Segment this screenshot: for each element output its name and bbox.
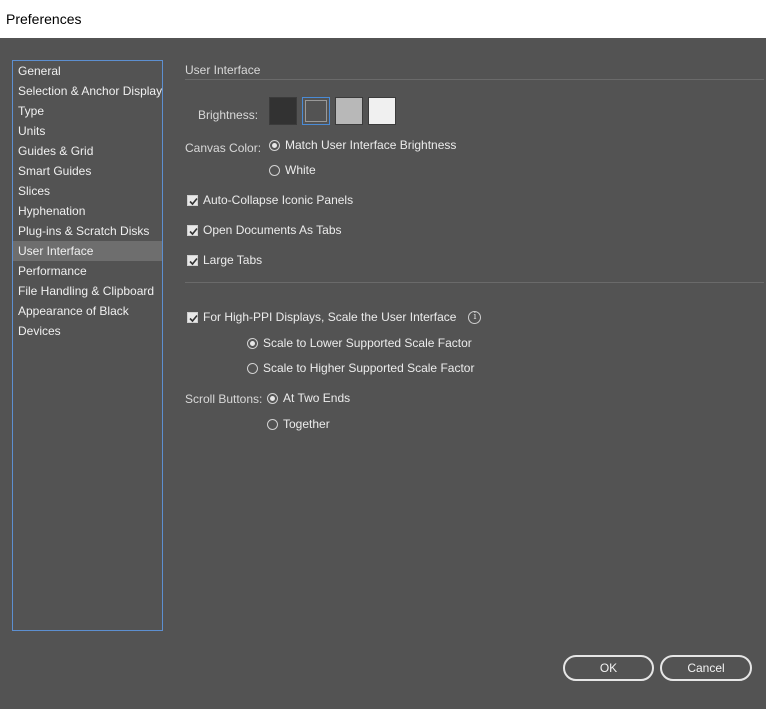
scale-higher-option[interactable]: Scale to Higher Supported Scale Factor [247,359,474,377]
checkbox[interactable] [187,224,198,236]
radio-button[interactable] [269,139,280,151]
brightness-label: Brightness: [198,108,259,122]
sidebar-item-devices[interactable]: Devices [13,321,162,341]
sidebar-item-user-interface[interactable]: User Interface [13,241,162,261]
high-ppi-scale-checkbox-row[interactable]: For High-PPI Displays, Scale the User In… [187,308,482,326]
sidebar-item-type[interactable]: Type [13,101,162,121]
checkbox[interactable] [187,311,198,323]
radio-button[interactable] [269,164,280,176]
sidebar-item-selection-anchor-display[interactable]: Selection & Anchor Display [13,81,162,101]
sidebar-item-guides-grid[interactable]: Guides & Grid [13,141,162,161]
auto-collapse-iconic-panels-checkbox-row[interactable]: Auto-Collapse Iconic Panels [187,191,353,209]
sidebar-item-appearance-of-black[interactable]: Appearance of Black [13,301,162,321]
sidebar-item-performance[interactable]: Performance [13,261,162,281]
brightness-swatch-medium-dark[interactable] [302,97,330,125]
large-tabs-checkbox-row[interactable]: Large Tabs [187,251,262,269]
checkbox-label: Open Documents As Tabs [203,223,342,237]
checkbox[interactable] [187,254,198,266]
checkbox-label: For High-PPI Displays, Scale the User In… [203,310,457,324]
scroll-buttons-together-option[interactable]: Together [267,415,330,433]
ok-button[interactable]: OK [563,655,654,681]
radio-label: Scale to Higher Supported Scale Factor [263,361,475,375]
preferences-category-list[interactable]: General Selection & Anchor Display Type … [12,60,163,631]
checkbox[interactable] [187,194,198,206]
radio-label: At Two Ends [283,391,351,405]
checkbox-label: Auto-Collapse Iconic Panels [203,193,354,207]
canvas-color-label: Canvas Color: [185,141,262,155]
section-divider [185,282,764,283]
sidebar-item-file-handling-clipboard[interactable]: File Handling & Clipboard [13,281,162,301]
scroll-buttons-two-ends-option[interactable]: At Two Ends [267,389,350,407]
sidebar-item-plugins-scratch-disks[interactable]: Plug-ins & Scratch Disks [13,221,162,241]
cancel-button[interactable]: Cancel [660,655,752,681]
sidebar-item-units[interactable]: Units [13,121,162,141]
canvas-color-match-option[interactable]: Match User Interface Brightness [269,136,456,154]
radio-label: Together [283,417,330,431]
title-bar: Preferences [0,0,766,38]
radio-label: White [285,163,316,177]
window-title: Preferences [6,11,82,27]
sidebar-item-smart-guides[interactable]: Smart Guides [13,161,162,181]
brightness-swatch-medium-light[interactable] [335,97,363,125]
sidebar-item-general[interactable]: General [13,61,162,81]
sidebar-item-hyphenation[interactable]: Hyphenation [13,201,162,221]
scale-lower-option[interactable]: Scale to Lower Supported Scale Factor [247,334,472,352]
radio-label: Match User Interface Brightness [285,138,457,152]
sidebar-item-slices[interactable]: Slices [13,181,162,201]
radio-button[interactable] [247,362,258,374]
open-documents-as-tabs-checkbox-row[interactable]: Open Documents As Tabs [187,221,342,239]
brightness-swatch-dark[interactable] [269,97,297,125]
radio-button[interactable] [267,392,278,404]
radio-button[interactable] [247,337,258,349]
section-divider [185,79,764,80]
radio-button[interactable] [267,418,278,430]
checkbox-label: Large Tabs [203,253,263,267]
canvas-color-white-option[interactable]: White [269,161,316,179]
info-icon[interactable]: i [468,310,482,324]
radio-label: Scale to Lower Supported Scale Factor [263,336,472,350]
brightness-swatch-light[interactable] [368,97,396,125]
scroll-buttons-label: Scroll Buttons: [185,392,263,406]
section-title: User Interface [185,63,261,77]
